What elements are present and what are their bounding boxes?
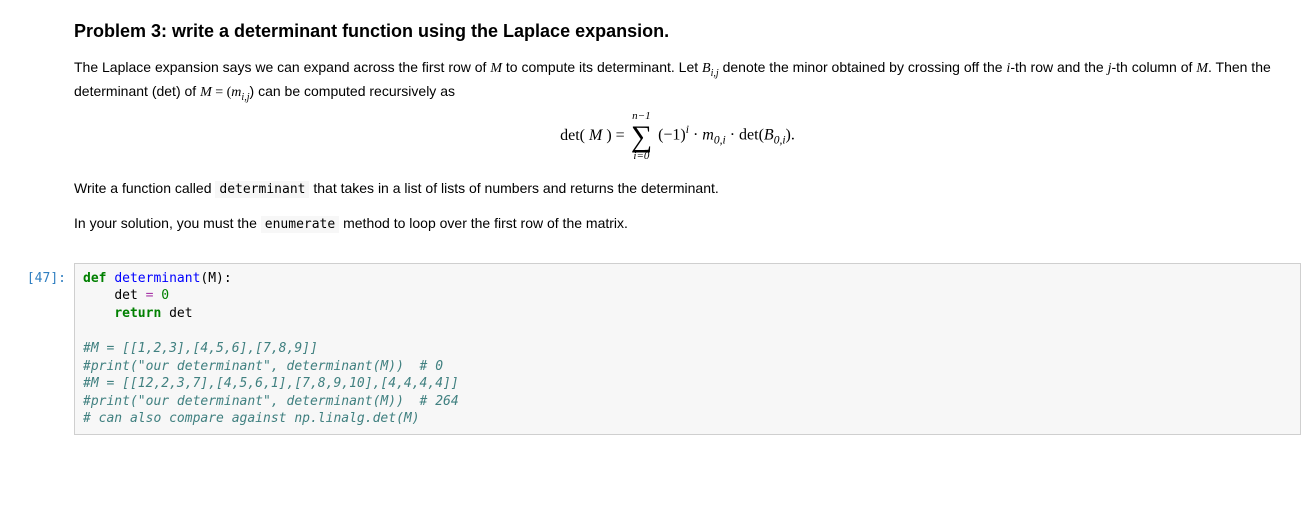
- code-cell: [47]: def determinant(M): det = 0 return…: [12, 263, 1301, 435]
- eq-B0: B: [764, 127, 774, 144]
- eq-det-open: det(: [560, 124, 585, 148]
- sigma-symbol: ∑: [631, 123, 652, 150]
- p3-text-1: In your solution, you must the: [74, 215, 261, 231]
- kw-return: return: [114, 306, 161, 321]
- math-B: B: [702, 61, 711, 76]
- code-content[interactable]: def determinant(M): det = 0 return det #…: [83, 270, 1292, 428]
- eq-close-eq: ) =: [606, 124, 624, 148]
- eq-m0: m: [702, 127, 714, 144]
- math-M: M: [490, 61, 502, 76]
- kw-def: def: [83, 271, 106, 286]
- math-B-sub: i,j: [711, 68, 719, 79]
- code-input-area[interactable]: def determinant(M): det = 0 return det #…: [74, 263, 1301, 435]
- p2-text-2: that takes in a list of lists of numbers…: [309, 180, 718, 196]
- notebook-page: Problem 3: write a determinant function …: [0, 0, 1313, 449]
- intro-text-5: -th column of: [1111, 59, 1196, 75]
- comment-1: #M = [[1,2,3],[4,5,6],[7,8,9]]: [83, 341, 318, 356]
- sigma-block: n−1 ∑ i=0: [631, 111, 652, 162]
- indent-1: [83, 288, 114, 303]
- p3-text-2: method to loop over the first row of the…: [339, 215, 628, 231]
- eq-tail: ).: [786, 127, 795, 144]
- instruction-para-1: Write a function called determinant that…: [74, 178, 1281, 200]
- eq-dot1: ·: [689, 127, 702, 144]
- math-M3: M: [200, 85, 212, 100]
- sigma-lower: i=0: [633, 151, 649, 162]
- problem-heading: Problem 3: write a determinant function …: [74, 18, 1281, 45]
- eq-neg1: (−1): [658, 127, 686, 144]
- code-determinant: determinant: [215, 181, 309, 198]
- math-m-sub: i,j: [241, 92, 249, 103]
- comment-3: #M = [[12,2,3,7],[4,5,6,1],[7,8,9,10],[4…: [83, 376, 459, 391]
- intro-text-1: The Laplace expansion says we can expand…: [74, 59, 490, 75]
- math-M2: M: [1196, 61, 1208, 76]
- intro-text-7: ) can be computed recursively as: [250, 83, 455, 99]
- markdown-cell: Problem 3: write a determinant function …: [12, 18, 1301, 235]
- p2-text-1: Write a function called: [74, 180, 215, 196]
- instruction-para-2: In your solution, you must the enumerate…: [74, 213, 1281, 235]
- return-tail: det: [161, 306, 192, 321]
- indent-2: [83, 306, 114, 321]
- comment-2: #print("our determinant", determinant(M)…: [83, 359, 443, 374]
- eq-M: M: [589, 124, 602, 148]
- intro-paragraph: The Laplace expansion says we can expand…: [74, 57, 1281, 105]
- eq-dot2: · det(: [726, 127, 764, 144]
- assign-left: det: [114, 288, 145, 303]
- eq-m0-sub: 0,i: [714, 135, 726, 147]
- math-m: m: [231, 85, 241, 100]
- input-prompt: [47]:: [12, 263, 74, 289]
- num-zero: 0: [153, 288, 169, 303]
- code-enumerate: enumerate: [261, 216, 339, 233]
- fn-name: determinant: [114, 271, 200, 286]
- intro-text-4: -th row and the: [1010, 59, 1107, 75]
- intro-text-2: to compute its determinant. Let: [502, 59, 702, 75]
- sig-tail: (M):: [200, 271, 231, 286]
- eq-B0-sub: 0,i: [774, 135, 786, 147]
- display-equation: det(M) = n−1 ∑ i=0 (−1)i · m0,i · det(B0…: [74, 111, 1281, 162]
- math-eq: = (: [212, 85, 232, 100]
- intro-text-3: denote the minor obtained by crossing of…: [719, 59, 1007, 75]
- comment-4: #print("our determinant", determinant(M)…: [83, 394, 459, 409]
- comment-5: # can also compare against np.linalg.det…: [83, 411, 420, 426]
